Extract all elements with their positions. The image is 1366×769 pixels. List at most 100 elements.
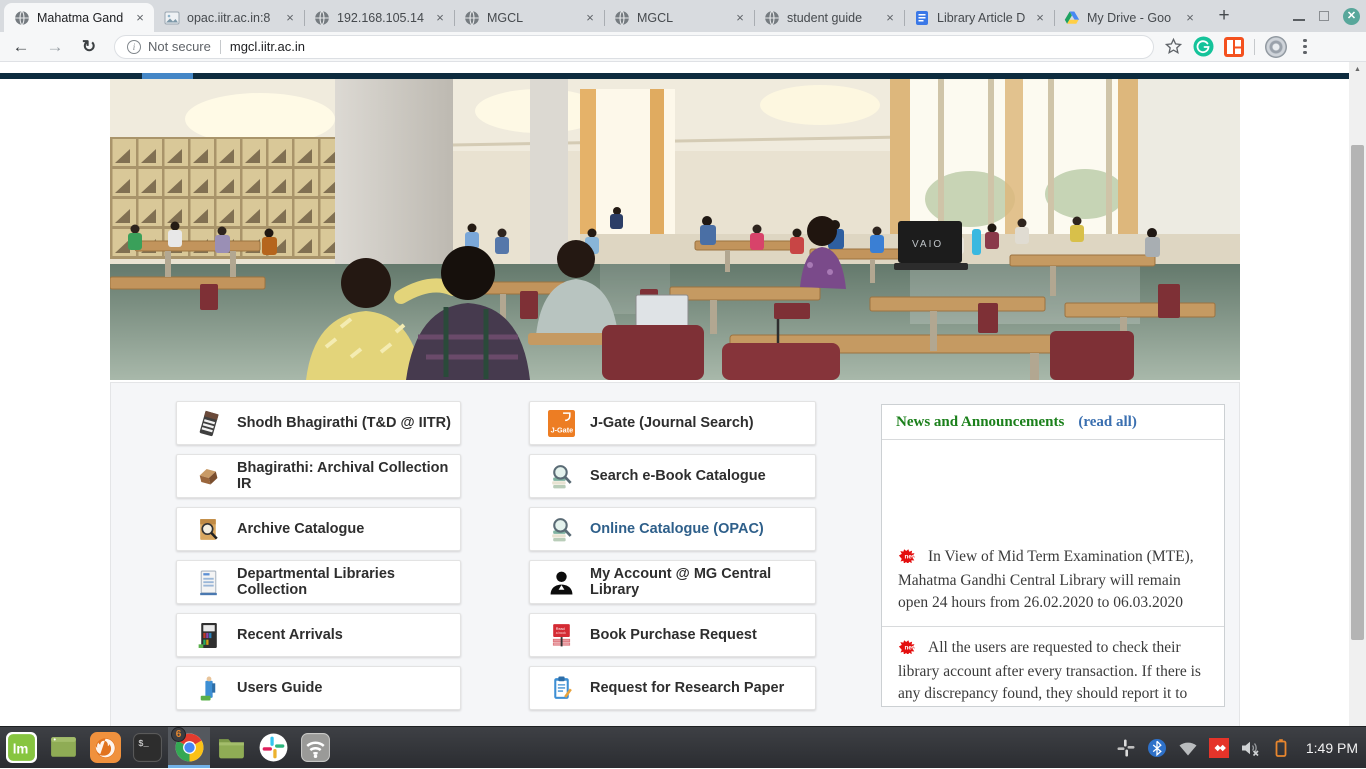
search-books-icon	[548, 463, 575, 490]
bluetooth-icon[interactable]	[1147, 738, 1167, 758]
tab-close-icon[interactable]: ×	[882, 10, 898, 26]
quick-link-label: Recent Arrivals	[237, 627, 343, 643]
quick-link-shodh-bhagirathi-t-d-iitr[interactable]: Shodh Bhagirathi (T&D @ IITR)	[176, 401, 461, 445]
taskbar-app-file-manager[interactable]	[210, 727, 252, 768]
new-tab-button[interactable]: +	[1210, 3, 1238, 31]
browser-tab-library-article-d[interactable]: Library Article D ×	[904, 3, 1054, 32]
thesis-icon	[195, 410, 222, 437]
globe-favicon	[464, 10, 480, 26]
taskbar-app-show-desktop[interactable]	[42, 727, 84, 768]
new-badge-icon: new	[898, 548, 925, 570]
browser-tab-mahatma-gand[interactable]: Mahatma Gand ×	[4, 3, 154, 32]
system-tray: 1:49 PM	[1116, 727, 1358, 769]
close-window-button[interactable]: ✕	[1343, 8, 1360, 25]
browser-toolbar: ← → ↻ i Not secure mgcl.iitr.ac.in	[0, 32, 1366, 62]
reload-button[interactable]: ↻	[76, 34, 102, 60]
tab-close-icon[interactable]: ×	[1032, 10, 1048, 26]
chrome-window-count-badge: 6	[171, 727, 186, 742]
drive-favicon	[1064, 10, 1080, 26]
quick-link-archive-catalogue[interactable]: Archive Catalogue	[176, 507, 461, 551]
browser-tab-mgcl[interactable]: MGCL ×	[604, 3, 754, 32]
user-icon	[548, 569, 575, 596]
taskbar-app-mint-menu[interactable]: lm	[0, 727, 42, 768]
quick-link-label: Request for Research Paper	[590, 680, 784, 696]
forward-button[interactable]: →	[42, 34, 68, 60]
globe-favicon	[764, 10, 780, 26]
tab-close-icon[interactable]: ×	[1182, 10, 1198, 26]
globe-favicon	[14, 10, 30, 26]
quick-link-j-gate-journal-search[interactable]: J-Gate J-Gate (Journal Search)	[529, 401, 816, 445]
taskbar-app-firefox[interactable]	[84, 727, 126, 768]
quick-link-my-account-mg-central-library[interactable]: My Account @ MG Central Library	[529, 560, 816, 604]
library-hero-photo: VAIO	[110, 79, 1240, 380]
slack-tray-icon[interactable]	[1116, 738, 1136, 758]
browser-tab-my-drive-goo[interactable]: My Drive - Goo ×	[1054, 3, 1204, 32]
clipboard-icon	[548, 675, 575, 702]
quick-link-request-for-research-paper[interactable]: Request for Research Paper	[529, 666, 816, 710]
mint-menu-icon: lm	[6, 732, 37, 763]
docs-favicon	[914, 10, 930, 26]
profile-avatar[interactable]	[1265, 36, 1287, 58]
bookmark-star-icon[interactable]	[1164, 37, 1183, 56]
tab-close-icon[interactable]: ×	[282, 10, 298, 26]
taskbar-app-terminal[interactable]: $_	[126, 727, 168, 768]
quick-link-book-purchase-request[interactable]: Reada book Book Purchase Request	[529, 613, 816, 657]
quick-link-label: Bhagirathi: Archival Collection IR	[237, 460, 460, 492]
svg-text:VAIO: VAIO	[912, 239, 943, 250]
slack-icon	[258, 732, 289, 763]
quick-link-users-guide[interactable]: Users Guide	[176, 666, 461, 710]
globe-favicon	[314, 10, 330, 26]
tab-close-icon[interactable]: ×	[132, 10, 148, 26]
scrollbar-up-arrow[interactable]: ▲	[1349, 62, 1366, 76]
new-badge-icon: new	[898, 639, 925, 661]
back-button[interactable]: ←	[8, 34, 34, 60]
restore-button[interactable]	[1319, 11, 1329, 21]
scrollbar-thumb[interactable]	[1351, 145, 1364, 640]
new-books-icon	[195, 622, 222, 649]
info-icon[interactable]: i	[127, 40, 141, 54]
browser-tab-student-guide[interactable]: student guide ×	[754, 3, 904, 32]
taskbar-app-slack[interactable]	[252, 727, 294, 768]
read-all-link[interactable]: (read all)	[1078, 414, 1136, 431]
grammarly-extension-icon[interactable]	[1193, 36, 1214, 57]
tab-close-icon[interactable]: ×	[732, 10, 748, 26]
foxit-icon[interactable]	[1209, 738, 1229, 758]
wifi-signal-icon[interactable]	[1178, 738, 1198, 758]
firefox-icon	[90, 732, 121, 763]
shelf-icon	[195, 569, 222, 596]
address-bar[interactable]: i Not secure mgcl.iitr.ac.in	[114, 35, 1154, 59]
tab-close-icon[interactable]: ×	[432, 10, 448, 26]
browser-tab-mgcl[interactable]: MGCL ×	[454, 3, 604, 32]
archive-search-icon	[195, 516, 222, 543]
svg-text:new: new	[904, 554, 918, 561]
page-scrollbar[interactable]: ▲	[1349, 62, 1366, 726]
battery-icon[interactable]	[1271, 738, 1291, 758]
minimize-button[interactable]	[1293, 19, 1305, 21]
browser-tab-opac-iitr-ac-in-8[interactable]: opac.iitr.ac.in:8 ×	[154, 3, 304, 32]
svg-text:new: new	[904, 645, 918, 652]
search-books-icon	[548, 516, 575, 543]
news-marquee-gap	[882, 440, 1224, 536]
quick-link-bhagirathi-archival-collection-ir[interactable]: Bhagirathi: Archival Collection IR	[176, 454, 461, 498]
browser-tab-192-168-105-14[interactable]: 192.168.105.14 ×	[304, 3, 454, 32]
orange-grid-extension-icon[interactable]	[1224, 37, 1244, 57]
taskbar-app-chrome[interactable]: 6	[168, 727, 210, 768]
quick-link-label: Archive Catalogue	[237, 521, 364, 537]
taskbar-clock[interactable]: 1:49 PM	[1306, 740, 1358, 756]
quick-link-label: Users Guide	[237, 680, 322, 696]
quick-link-label: Shodh Bhagirathi (T&D @ IITR)	[237, 415, 451, 431]
taskbar: lm $_6 1:49 PM	[0, 726, 1366, 768]
quick-link-departmental-libraries-collection[interactable]: Departmental Libraries Collection	[176, 560, 461, 604]
volume-muted-icon[interactable]	[1240, 738, 1260, 758]
tab-close-icon[interactable]: ×	[582, 10, 598, 26]
quick-link-online-catalogue-opac[interactable]: Online Catalogue (OPAC)	[529, 507, 816, 551]
quick-link-search-e-book-catalogue[interactable]: Search e-Book Catalogue	[529, 454, 816, 498]
svg-text:J-Gate: J-Gate	[551, 425, 574, 434]
show-desktop-icon	[48, 732, 79, 763]
browser-menu-icon[interactable]	[1297, 39, 1313, 55]
quick-link-recent-arrivals[interactable]: Recent Arrivals	[176, 613, 461, 657]
quick-link-label: Book Purchase Request	[590, 627, 757, 643]
url-text: mgcl.iitr.ac.in	[230, 39, 305, 54]
taskbar-app-network-manager[interactable]	[294, 727, 336, 768]
red-book-icon: Reada book	[548, 622, 575, 649]
